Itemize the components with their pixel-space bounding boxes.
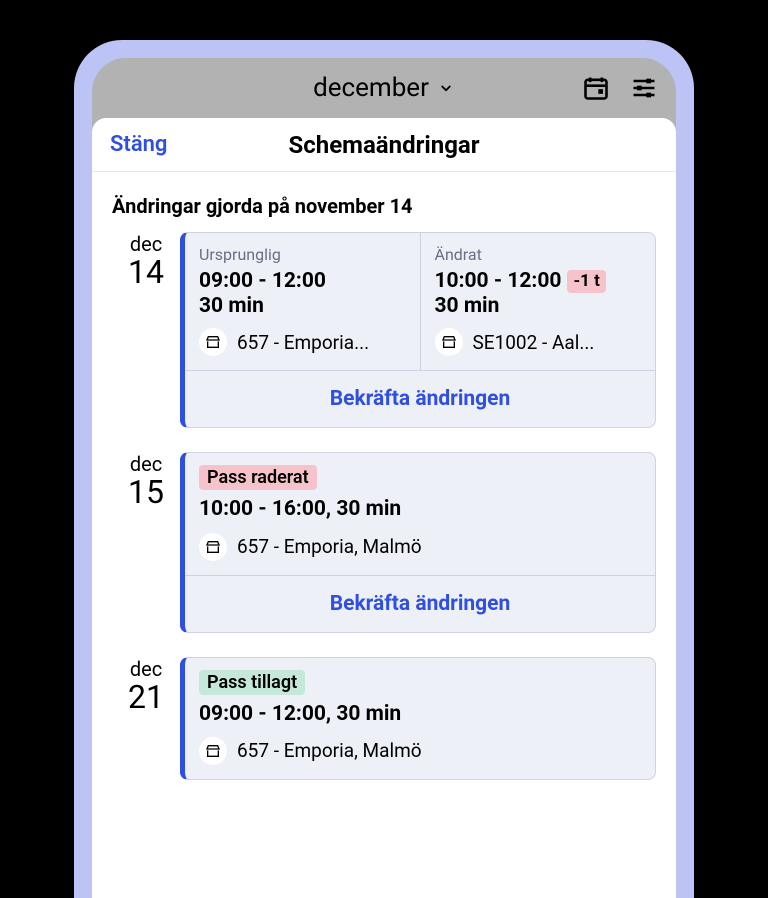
close-button[interactable]: Stäng bbox=[110, 132, 167, 157]
store-icon bbox=[199, 737, 227, 765]
top-bar: december bbox=[92, 58, 676, 118]
tune-icon[interactable] bbox=[630, 74, 658, 102]
month-dropdown[interactable]: december bbox=[313, 73, 455, 103]
changed-time: 10:00 - 12:00 bbox=[435, 268, 562, 294]
store-icon bbox=[199, 533, 227, 561]
changes-sheet: Stäng Schemaändringar Ändringar gjorda p… bbox=[92, 118, 676, 898]
location-row: 657 - Emporia, Malmö bbox=[199, 737, 641, 765]
status-badge-deleted: Pass raderat bbox=[199, 465, 317, 490]
changed-label: Ändrat bbox=[435, 245, 642, 264]
confirm-button[interactable]: Bekräfta ändringen bbox=[185, 370, 655, 427]
date-column: dec 21 bbox=[112, 657, 180, 780]
shift-time: 09:00 - 12:00, 30 min bbox=[199, 701, 641, 727]
sheet-title: Schemaändringar bbox=[288, 131, 479, 159]
date-month: dec bbox=[112, 657, 180, 681]
original-time: 09:00 - 12:00 bbox=[199, 268, 406, 294]
confirm-button[interactable]: Bekräfta ändringen bbox=[185, 575, 655, 632]
status-badge-added: Pass tillagt bbox=[199, 670, 305, 695]
change-entry: dec 14 Ursprunglig 09:00 - 12:00 30 min bbox=[92, 232, 676, 452]
changed-column: Ändrat 10:00 - 12:00 -1 t 30 min SE1002 bbox=[420, 233, 656, 370]
calendar-icon[interactable] bbox=[582, 74, 610, 102]
shift-location: 657 - Emporia, Malmö bbox=[237, 535, 422, 558]
month-label: december bbox=[313, 73, 429, 103]
change-card: Pass tillagt 09:00 - 12:00, 30 min 657 -… bbox=[180, 657, 656, 780]
change-card: Pass raderat 10:00 - 16:00, 30 min 657 -… bbox=[180, 452, 656, 632]
chevron-down-icon bbox=[437, 79, 455, 97]
shift-location: 657 - Emporia, Malmö bbox=[237, 739, 422, 762]
original-location-row: 657 - Emporia... bbox=[199, 328, 406, 356]
original-label: Ursprunglig bbox=[199, 245, 406, 264]
changed-location: SE1002 - Aal... bbox=[473, 331, 595, 354]
store-icon bbox=[199, 328, 227, 356]
sheet-header: Stäng Schemaändringar bbox=[92, 118, 676, 172]
location-row: 657 - Emporia, Malmö bbox=[199, 533, 641, 561]
original-location: 657 - Emporia... bbox=[237, 331, 369, 354]
change-entry: dec 15 Pass raderat 10:00 - 16:00, 30 mi… bbox=[92, 452, 676, 656]
change-entry: dec 21 Pass tillagt 09:00 - 12:00, 30 mi… bbox=[92, 657, 676, 804]
top-bar-actions bbox=[582, 74, 658, 102]
card-body: Pass tillagt 09:00 - 12:00, 30 min 657 -… bbox=[185, 658, 655, 779]
changed-time-row: 10:00 - 12:00 -1 t bbox=[435, 268, 642, 294]
date-day: 14 bbox=[112, 256, 180, 288]
original-column: Ursprunglig 09:00 - 12:00 30 min 657 - E… bbox=[185, 233, 420, 370]
date-day: 15 bbox=[112, 476, 180, 508]
date-column: dec 14 bbox=[112, 232, 180, 428]
shift-time: 10:00 - 16:00, 30 min bbox=[199, 496, 641, 522]
original-break: 30 min bbox=[199, 294, 406, 318]
changed-location-row: SE1002 - Aal... bbox=[435, 328, 642, 356]
phone-frame: december Stäng Schemaändringar Ändringar… bbox=[74, 40, 694, 898]
phone-screen: december Stäng Schemaändringar Ändringar… bbox=[92, 58, 676, 898]
store-icon bbox=[435, 328, 463, 356]
changed-break: 30 min bbox=[435, 294, 642, 318]
date-column: dec 15 bbox=[112, 452, 180, 632]
section-heading: Ändringar gjorda på november 14 bbox=[92, 172, 676, 232]
card-split: Ursprunglig 09:00 - 12:00 30 min 657 - E… bbox=[185, 233, 655, 370]
time-delta-badge: -1 t bbox=[567, 270, 605, 293]
change-card: Ursprunglig 09:00 - 12:00 30 min 657 - E… bbox=[180, 232, 656, 428]
date-day: 21 bbox=[112, 681, 180, 713]
card-body: Pass raderat 10:00 - 16:00, 30 min 657 -… bbox=[185, 453, 655, 574]
